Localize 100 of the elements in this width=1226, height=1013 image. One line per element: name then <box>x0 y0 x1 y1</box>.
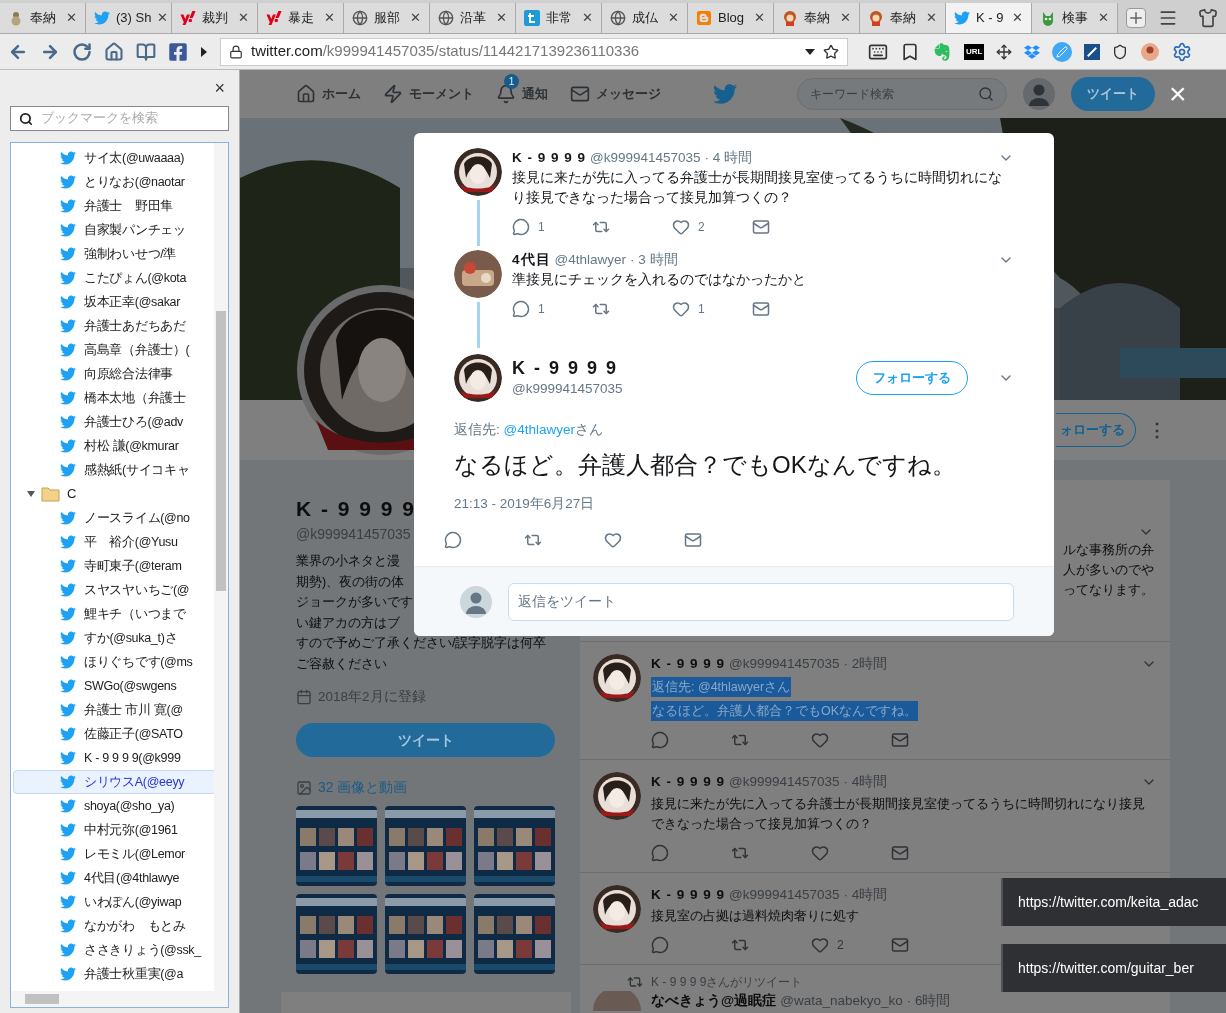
browser-tab[interactable]: 暴走 ✕ <box>258 3 344 33</box>
like-icon[interactable] <box>672 218 690 237</box>
bookmark-item[interactable]: シリウスA(@eeyy <box>13 770 216 794</box>
bookmark-item[interactable]: SWGo(@swgens <box>13 674 216 698</box>
tweet-card[interactable]: K - 9 9 9 9 @k999941457035 · 4時間 接見に来たが先に入ってる弁護士が長期間接見室使ってるうちに時間切れになり接見 できなった場合って接見加算つくの？ <box>580 760 1170 873</box>
browser-tab[interactable]: 服部 ✕ <box>344 3 430 33</box>
browser-tab[interactable]: 沿革 ✕ <box>430 3 516 33</box>
browser-tab[interactable]: (3) Sh ✕ <box>86 3 172 33</box>
bookmark-item[interactable]: サイ太(@uwaaaa) <box>13 146 216 170</box>
book-icon[interactable] <box>136 41 156 62</box>
reply-icon[interactable] <box>512 218 530 237</box>
browser-tab[interactable]: 奉納 ✕ <box>860 3 946 33</box>
author-name[interactable]: K - 9 9 9 9 <box>651 772 726 793</box>
bookmark-item[interactable]: ささきりょう(@ssk_ <box>13 938 216 962</box>
bookmark-item[interactable]: 4代目(@4thlawye <box>13 866 216 890</box>
browser-tab[interactable]: Blog ✕ <box>688 3 774 33</box>
like-icon[interactable] <box>811 843 829 862</box>
reply-icon[interactable] <box>651 935 669 954</box>
horizontal-scrollbar[interactable] <box>11 991 228 1007</box>
like-icon[interactable] <box>811 731 829 750</box>
reply-icon[interactable] <box>651 843 669 862</box>
bookmark-item[interactable]: 弁護士 市川 寛(@ <box>13 698 216 722</box>
browser-tab[interactable]: K - 9 ✕ <box>946 3 1032 33</box>
like-icon[interactable] <box>672 300 690 319</box>
author-name[interactable]: 4代目 <box>512 250 551 271</box>
message-icon[interactable] <box>752 218 770 237</box>
tab-close-button[interactable]: ✕ <box>496 8 507 28</box>
tab-close-button[interactable]: ✕ <box>668 8 679 28</box>
browser-tab[interactable]: 検事 ✕ <box>1032 3 1118 33</box>
bookmark-item[interactable]: スヤスヤいちご(@ <box>13 578 216 602</box>
bookmark-item[interactable]: 弁護士秋重実(@a <box>13 962 216 986</box>
gear-icon[interactable] <box>1172 41 1193 62</box>
bookmark-item[interactable]: 寺町東子(@teram <box>13 554 216 578</box>
bookmark-item[interactable]: すか(@suka_t)さ <box>13 626 216 650</box>
f-logo-icon[interactable] <box>168 41 188 62</box>
avatar-icon[interactable] <box>1140 41 1161 62</box>
tab-close-button[interactable]: ✕ <box>157 8 169 28</box>
bookmark-item[interactable]: とりなお(@naotar <box>13 170 216 194</box>
bookmark-item[interactable]: 高島章（弁護士）( <box>13 338 216 362</box>
close-button[interactable]: × <box>214 79 225 97</box>
tab-close-button[interactable]: ✕ <box>840 8 851 28</box>
shirt-icon[interactable] <box>1198 8 1218 28</box>
author-name[interactable]: K - 9 9 9 9 <box>651 654 726 675</box>
user-avatar-icon[interactable] <box>1023 78 1055 110</box>
avatar[interactable] <box>454 148 502 196</box>
folder-row[interactable]: C <box>13 482 212 506</box>
bookmark-item[interactable]: 弁護士ひろ(@adv <box>13 410 216 434</box>
bookmark-item[interactable]: ほりぐちです(@ms <box>13 650 216 674</box>
bookmark-item[interactable]: いわぽん(@yiwap <box>13 890 216 914</box>
message-icon[interactable] <box>684 530 702 549</box>
scrollbar[interactable] <box>214 143 228 991</box>
message-icon[interactable] <box>891 935 909 954</box>
profile-name[interactable]: K - 9 9 9 9 <box>296 496 417 522</box>
bookmark-item[interactable]: 橋本太地（弁護士 <box>13 386 216 410</box>
tab-close-button[interactable]: ✕ <box>1012 8 1023 28</box>
avatar[interactable] <box>593 654 641 702</box>
bookmark-item[interactable]: shoya(@sho_ya) <box>13 794 216 818</box>
bookmark-item[interactable]: 中村元弥(@1961 <box>13 818 216 842</box>
new-tab-icon[interactable] <box>1126 8 1146 28</box>
reply-icon[interactable] <box>444 530 462 549</box>
avatar[interactable] <box>454 250 502 298</box>
tab-close-button[interactable]: ✕ <box>1098 8 1109 28</box>
tweet-card[interactable]: K - 9 9 9 9 @k999941457035 · 2時間 返信先: @4thlawyerさん なるほど。弁護人都合？でもOKなんですね。 <box>580 642 1170 761</box>
tab-close-button[interactable]: ✕ <box>66 8 77 28</box>
message-icon[interactable] <box>752 300 770 319</box>
bookmark-item[interactable]: 感熱紙(サイコキャ <box>13 458 216 482</box>
message-icon[interactable] <box>891 843 909 862</box>
bookmark-item[interactable]: なかがわ もとみ <box>13 914 216 938</box>
tab-close-button[interactable]: ✕ <box>926 8 937 28</box>
star-icon[interactable] <box>823 43 839 60</box>
avatar[interactable] <box>593 884 641 933</box>
tab-close-button[interactable]: ✕ <box>238 8 249 28</box>
bookmark-item[interactable]: 平 裕介(@Yusu <box>13 530 216 554</box>
message-icon[interactable] <box>891 731 909 750</box>
browser-tab[interactable]: 奉納 ✕ <box>0 3 86 33</box>
author-name[interactable]: なべきょう@過眠症 <box>651 990 777 1011</box>
box-icon[interactable] <box>1024 43 1041 60</box>
tab-close-button[interactable]: ✕ <box>754 8 765 28</box>
bookmark-icon[interactable] <box>900 41 920 62</box>
bookmark-item[interactable]: 強制わいせつ/準 <box>13 242 216 266</box>
bookmark-item[interactable]: レモミル(@Lemor <box>13 842 216 866</box>
bookmark-item[interactable]: こたぴょん(@kota <box>13 266 216 290</box>
browser-tab[interactable]: 奉納 ✕ <box>774 3 860 33</box>
dropdown-icon[interactable] <box>805 47 815 56</box>
bookmark-item[interactable]: 向原総合法律事 <box>13 362 216 386</box>
reply-icon[interactable] <box>512 300 530 319</box>
author-name[interactable]: K - 9 9 9 9 <box>512 148 587 169</box>
like-icon[interactable] <box>811 935 829 954</box>
bookmark-item[interactable]: 村松 謙(@kmurar <box>13 434 216 458</box>
avatar[interactable] <box>593 772 641 821</box>
close-button[interactable]: × <box>1169 79 1187 109</box>
home-icon[interactable] <box>104 41 124 62</box>
reply-field[interactable]: 返信をツイート <box>508 582 1014 621</box>
address-field[interactable]: twitter.com/k999941457035/status/1144217139236110336 <box>220 37 848 66</box>
like-icon[interactable] <box>604 530 622 549</box>
reload-icon[interactable] <box>72 41 92 62</box>
tab-close-button[interactable]: ✕ <box>582 8 593 28</box>
tab-close-button[interactable]: ✕ <box>410 8 421 28</box>
bookmark-item[interactable]: 弁護士 野田隼 <box>13 194 216 218</box>
pen-icon[interactable] <box>1052 41 1073 62</box>
